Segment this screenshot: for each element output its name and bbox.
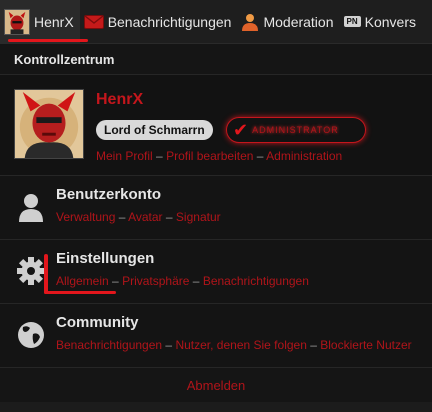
moderator-icon [242,13,259,31]
community-section-title: Community [56,314,139,331]
highlight-marker-horizontal [44,291,116,294]
user-menu-label: HenrX [34,13,74,30]
link-separator: – [118,210,126,224]
rank-badge: Lord of Schmarrn [96,120,213,140]
user-avatar-icon [4,8,30,35]
community-notifications-link[interactable]: Benachrichtigungen [56,338,162,352]
highlight-underline [8,39,88,42]
administrator-badge-label: ADMINISTRATOR [252,125,339,135]
notification-settings-link[interactable]: Benachrichtigungen [203,274,309,288]
signature-link[interactable]: Signatur [176,210,221,224]
administrator-badge: ✔ ADMINISTRATOR [226,117,366,143]
settings-section: Einstellungen Allgemein – Privatsphäre –… [0,240,432,304]
link-separator: – [165,338,173,352]
conversations-menu-label: Konvers [364,13,416,30]
my-profile-link[interactable]: Mein Profil [96,149,153,163]
envelope-icon [83,14,104,29]
edit-profile-link[interactable]: Profil bearbeiten [166,149,253,163]
blocked-users-link[interactable]: Blockierte Nutzer [320,338,411,352]
moderation-menu-item[interactable]: Moderation [237,0,339,44]
account-section: Benutzerkonto Verwaltung – Avatar – Sign… [0,176,432,240]
notifications-menu-label: Benachrichtigungen [107,13,232,30]
profile-card: HenrX Lord of Schmarrn ✔ ADMINISTRATOR M… [0,74,432,176]
privacy-link[interactable]: Privatsphäre [122,274,189,288]
account-section-title: Benutzerkonto [56,186,161,203]
user-icon [19,194,43,222]
profile-avatar[interactable] [14,89,84,159]
community-links: Benachrichtigungen – Nutzer, denen Sie f… [56,338,412,352]
administration-link[interactable]: Administration [266,149,342,163]
checkmark-icon: ✔ [233,120,249,140]
profile-links: Mein Profil – Profil bearbeiten – Admini… [96,149,342,163]
top-navigation-bar: HenrX Benachrichtigungen Moderation PN K… [0,0,432,44]
profile-username[interactable]: HenrX [96,91,143,109]
settings-section-title: Einstellungen [56,250,155,267]
logout-button[interactable]: Abmelden [0,370,432,402]
link-separator: – [192,274,200,288]
gear-icon [17,257,45,285]
general-settings-link[interactable]: Allgemein [56,274,109,288]
link-separator: – [256,149,264,163]
notifications-menu-item[interactable]: Benachrichtigungen [80,0,238,44]
avatar-link[interactable]: Avatar [128,210,162,224]
highlight-marker-vertical [44,254,48,294]
manage-link[interactable]: Verwaltung [56,210,115,224]
account-links: Verwaltung – Avatar – Signatur [56,210,221,224]
link-separator: – [165,210,173,224]
link-separator: – [112,274,119,288]
link-separator: – [310,338,317,352]
panel-title: Kontrollzentrum [14,52,115,67]
pn-badge-icon: PN [343,16,361,27]
conversations-menu-item[interactable]: PN Konvers [340,0,422,44]
link-separator: – [156,149,163,163]
footer-strip [0,402,432,412]
control-panel: Kontrollzentrum HenrX Lord of Schmarrn ✔… [0,44,432,412]
followed-users-link[interactable]: Nutzer, denen Sie folgen [175,338,306,352]
globe-icon [18,322,44,348]
settings-links: Allgemein – Privatsphäre – Benachrichtig… [56,274,309,288]
user-menu-item[interactable]: HenrX [0,0,80,44]
moderation-menu-label: Moderation [263,13,334,30]
community-section: Community Benachrichtigungen – Nutzer, d… [0,304,432,368]
